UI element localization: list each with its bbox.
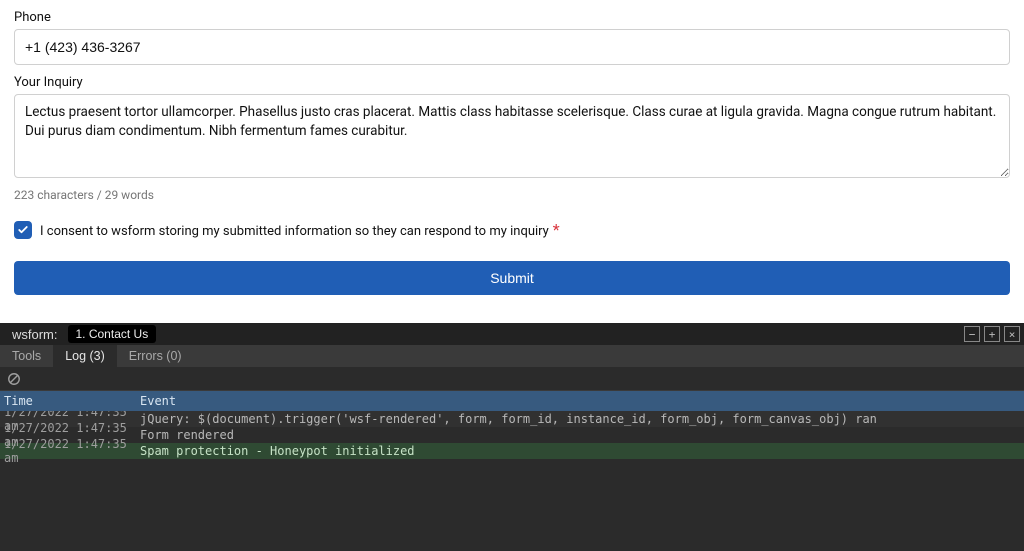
phone-label: Phone [14, 10, 1010, 25]
required-marker: * [553, 220, 560, 239]
log-event: Spam protection - Honeypot initialized [140, 444, 1024, 458]
debug-toolbar [0, 367, 1024, 391]
consent-text: I consent to wsform storing my submitted… [40, 224, 549, 239]
log-rows[interactable]: 1/27/2022 1:47:35 am jQuery: $(document)… [0, 411, 1024, 551]
tab-errors[interactable]: Errors (0) [117, 345, 194, 367]
debug-panel: wsform: 1. Contact Us − + × Tools Log (3… [0, 323, 1024, 551]
log-event: Form rendered [140, 428, 1024, 442]
expand-icon[interactable]: + [984, 326, 1000, 342]
consent-row: I consent to wsform storing my submitted… [14, 220, 1010, 239]
log-time: 1/27/2022 1:47:35 am [0, 437, 140, 465]
log-row: 1/27/2022 1:47:35 am jQuery: $(document)… [0, 411, 1024, 427]
inquiry-textarea[interactable]: Lectus praesent tortor ullamcorper. Phas… [14, 94, 1010, 178]
debug-form-chip[interactable]: 1. Contact Us [68, 325, 157, 343]
consent-checkbox[interactable] [14, 221, 32, 239]
debug-brand: wsform: [4, 327, 66, 342]
log-row: 1/27/2022 1:47:35 am Form rendered [0, 427, 1024, 443]
form-area: Phone Your Inquiry Lectus praesent torto… [0, 0, 1024, 295]
debug-tabs: Tools Log (3) Errors (0) [0, 345, 1024, 367]
log-event: jQuery: $(document).trigger('wsf-rendere… [140, 412, 1024, 426]
check-icon [17, 224, 29, 236]
character-counter: 223 characters / 29 words [14, 188, 1010, 202]
log-col-time: Time [0, 394, 140, 408]
inquiry-label: Your Inquiry [14, 75, 1010, 90]
close-icon[interactable]: × [1004, 326, 1020, 342]
spacer [0, 295, 1024, 323]
minimize-icon[interactable]: − [964, 326, 980, 342]
clear-log-icon[interactable] [6, 371, 22, 387]
tab-log[interactable]: Log (3) [53, 345, 117, 367]
debug-titlebar: wsform: 1. Contact Us − + × [0, 323, 1024, 345]
log-col-event: Event [140, 394, 1024, 408]
log-row: 1/27/2022 1:47:35 am Spam protection - H… [0, 443, 1024, 459]
consent-text-wrap: I consent to wsform storing my submitted… [40, 220, 560, 239]
submit-button[interactable]: Submit [14, 261, 1010, 295]
tab-tools[interactable]: Tools [0, 345, 53, 367]
phone-input[interactable] [14, 29, 1010, 65]
log-header: Time Event [0, 391, 1024, 411]
submit-label: Submit [490, 270, 534, 286]
